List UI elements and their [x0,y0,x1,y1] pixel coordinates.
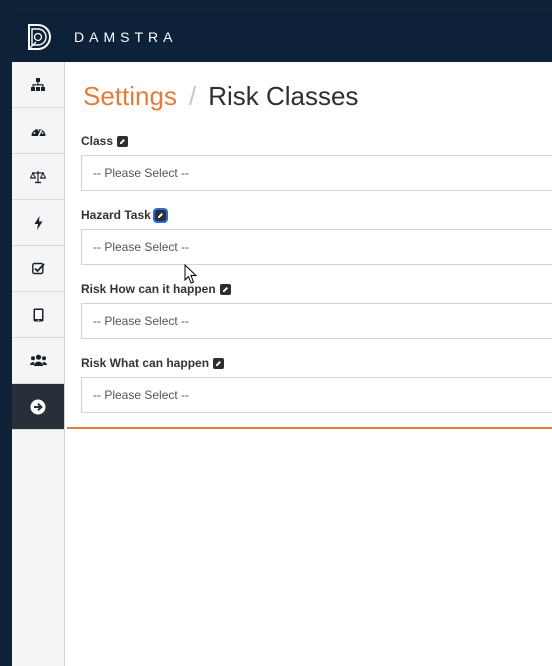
sidebar-item-hierarchy[interactable] [12,62,64,108]
sidebar-item-energy[interactable] [12,200,64,246]
breadcrumb-settings-link[interactable]: Settings [83,81,177,111]
edit-icon[interactable] [219,283,231,295]
class-label: Class [81,134,129,148]
sidebar [12,62,65,666]
main-content: Settings / Risk Classes Class -- Please Se… [65,62,552,666]
sitemap-icon [31,78,45,91]
mouse-cursor-icon [184,264,198,284]
page-title: Risk Classes [208,81,359,111]
class-select[interactable]: -- Please Select -- [81,155,552,191]
hazard-task-label-text: Hazard Task [81,208,151,222]
breadcrumb-separator: / [188,81,197,111]
risk-what-label-text: Risk What can happen [81,356,210,370]
checkbox-icon [31,262,45,275]
hazard-task-select[interactable]: -- Please Select -- [81,229,552,265]
sidebar-item-active[interactable] [12,384,64,430]
users-icon [29,354,47,366]
top-bar: DAMSTRA [12,12,552,62]
damstra-logo-icon[interactable] [12,12,64,62]
dashboard-icon [31,128,45,136]
sidebar-item-users[interactable] [12,338,64,384]
bolt-icon [34,215,42,230]
class-label-text: Class [81,134,114,148]
risk-what-label: Risk What can happen [81,356,225,370]
edit-icon[interactable] [117,135,129,147]
brand-name: DAMSTRA [74,29,178,45]
arrow-right-circle-icon [30,399,46,414]
edit-icon[interactable] [152,207,168,223]
hazard-task-label: Hazard Task [81,207,168,223]
risk-how-select[interactable]: -- Please Select -- [81,303,552,339]
balance-scale-icon [30,170,46,183]
sidebar-item-tasks[interactable] [12,246,64,292]
tablet-icon [33,308,43,321]
sidebar-item-devices[interactable] [12,292,64,338]
breadcrumb: Settings / Risk Classes [83,80,358,112]
risk-how-label: Risk How can it happen [81,282,231,296]
risk-what-select[interactable]: -- Please Select -- [81,377,552,413]
sidebar-item-dashboard[interactable] [12,108,64,154]
sidebar-item-compliance[interactable] [12,154,64,200]
section-divider [67,427,552,429]
app-frame: DAMSTRA Settings / Risk Classes Class --… [12,12,552,666]
edit-icon[interactable] [213,357,225,369]
